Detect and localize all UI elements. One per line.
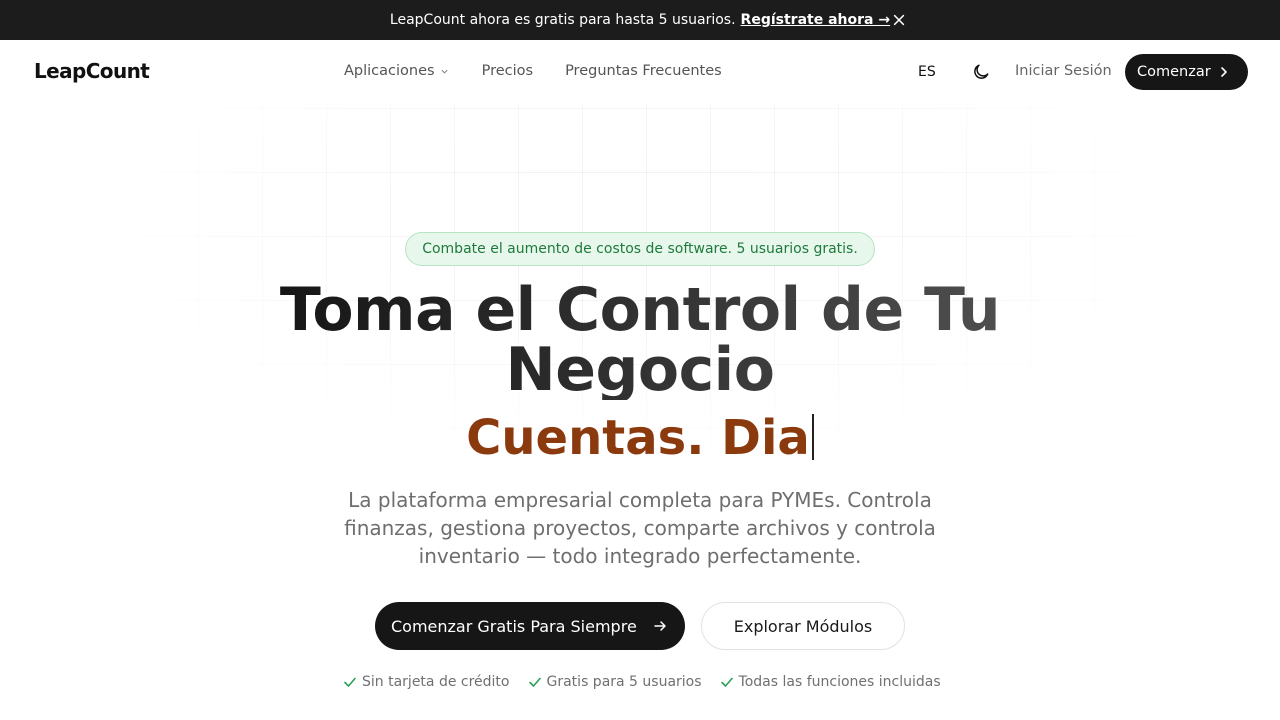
login-link[interactable]: Iniciar Sesión xyxy=(1015,63,1112,79)
explore-modules-label: Explorar Módulos xyxy=(733,616,873,636)
headline-line-1: Toma el Control de Tu xyxy=(279,275,1001,345)
check-icon xyxy=(344,677,356,687)
check-icon xyxy=(528,677,541,687)
check-icon xyxy=(720,677,733,687)
start-free-label: Comenzar Gratis Para Siempre xyxy=(391,616,637,636)
start-button[interactable]: Comenzar xyxy=(1125,54,1248,90)
language-selector[interactable]: ES xyxy=(918,64,936,80)
nav-item-preguntas-frecuentes[interactable]: Preguntas Frecuentes xyxy=(565,63,722,79)
nav-item-label: Precios xyxy=(481,63,534,79)
check-label: Sin tarjeta de crédito xyxy=(362,674,510,690)
chevron-down-icon xyxy=(440,69,448,74)
start-free-button[interactable]: Comenzar Gratis Para Siempre xyxy=(375,602,685,650)
nav-item-precios[interactable]: Precios xyxy=(482,63,533,79)
explore-modules-button[interactable]: Explorar Módulos xyxy=(701,602,905,650)
headline-line-2: Negocio xyxy=(505,335,775,405)
check-item: Todas las funciones incluidas xyxy=(720,674,941,690)
promo-badge: Combate el aumento de costos de software… xyxy=(405,232,875,266)
arrow-right-icon xyxy=(654,621,666,631)
typed-rotating-text: Cuentas. Dia xyxy=(0,410,1280,466)
logo[interactable]: LeapCount xyxy=(34,59,150,83)
nav-item-label: Preguntas Frecuentes xyxy=(565,63,722,79)
nav-item-label: Aplicaciones xyxy=(344,63,435,79)
typed-text: Cuentas. Dia xyxy=(466,410,810,466)
start-button-label: Comenzar xyxy=(1137,64,1211,80)
close-icon xyxy=(893,14,905,26)
typing-caret xyxy=(811,414,814,460)
check-label: Gratis para 5 usuarios xyxy=(546,674,702,690)
announcement-message: LeapCount ahora es gratis para hasta 5 u… xyxy=(389,12,736,28)
navbar: LeapCount Aplicaciones Precios Preguntas… xyxy=(0,40,1280,104)
check-item: Gratis para 5 usuarios xyxy=(528,674,702,690)
register-link[interactable]: Regístrate ahora → xyxy=(741,12,891,28)
check-item: Sin tarjeta de crédito xyxy=(343,674,510,690)
announcement-bar: LeapCount ahora es gratis para hasta 5 u… xyxy=(0,0,1280,40)
nav-item-aplicaciones[interactable]: Aplicaciones xyxy=(344,63,449,79)
feature-checks: Sin tarjeta de crédito Gratis para 5 usu… xyxy=(343,674,959,690)
nav-links: Aplicaciones Precios Preguntas Frecuente… xyxy=(344,63,722,79)
check-label: Todas las funciones incluidas xyxy=(738,674,941,690)
chevron-right-icon xyxy=(1221,67,1227,77)
hero-headline: Toma el Control de Tu Negocio xyxy=(0,280,1280,400)
moon-icon[interactable] xyxy=(971,62,991,82)
hero-subtitle: La plataforma empresarial completa para … xyxy=(344,488,936,568)
close-announcement-button[interactable] xyxy=(890,11,908,29)
